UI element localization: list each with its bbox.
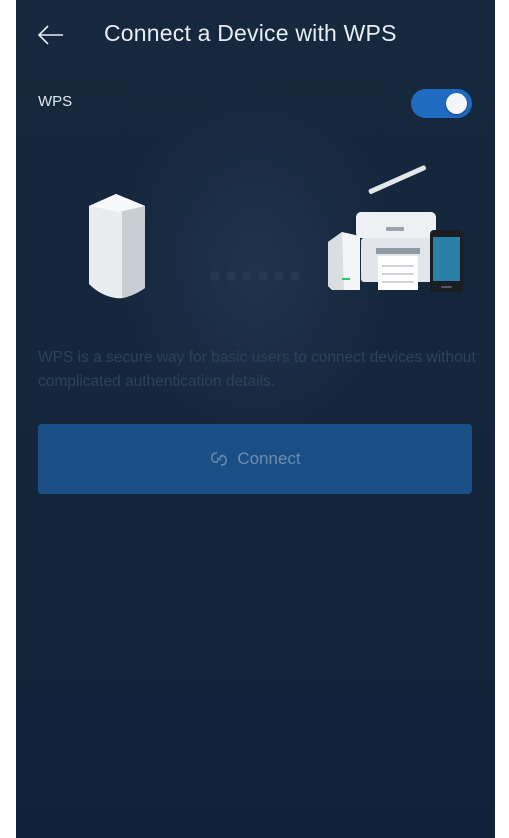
back-button[interactable] <box>36 20 66 50</box>
wps-illustration <box>16 160 495 320</box>
wps-description: WPS is a secure way for basic users to c… <box>38 349 476 390</box>
devices-group-icon <box>328 165 463 292</box>
toggle-knob <box>446 93 467 114</box>
mesh-router-icon <box>89 194 145 299</box>
app-screen: Connect a Device with WPS WPS WPS is a s… <box>16 0 495 838</box>
arrow-left-icon <box>37 25 63 45</box>
wps-label: WPS <box>38 93 73 110</box>
top-bar: Connect a Device with WPS <box>16 0 495 70</box>
link-icon <box>211 452 228 466</box>
page-title: Connect a Device with WPS <box>104 20 397 46</box>
connect-button[interactable]: Connect <box>38 424 472 494</box>
connection-dots-icon <box>210 271 300 281</box>
wps-toggle[interactable] <box>411 89 472 118</box>
connect-button-label: Connect <box>237 449 301 468</box>
